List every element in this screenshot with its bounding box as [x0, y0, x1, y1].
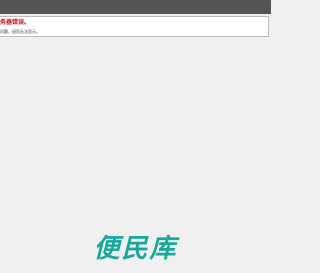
error-title: 务器错误。 — [0, 19, 31, 26]
error-detail: 问题，因而无法显示。 — [0, 29, 40, 34]
watermark-logo: 便民库 — [93, 234, 178, 264]
top-bar — [0, 0, 271, 14]
error-panel: 务器错误。 问题，因而无法显示。 — [0, 16, 269, 37]
